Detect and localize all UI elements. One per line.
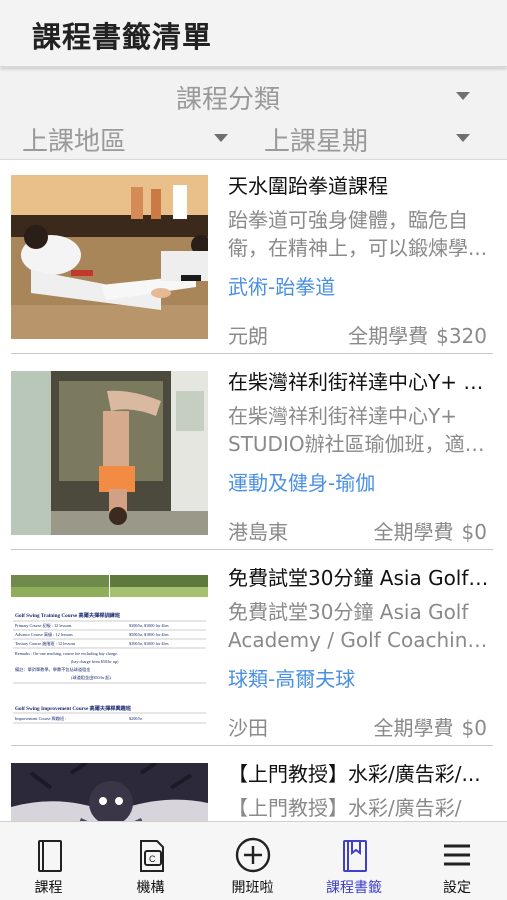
golf-table-cell: Improvement Course 興趣班 :: [15, 715, 66, 722]
course-thumbnail-golf: Golf Swing Training Course 高爾夫揮桿訓練班 Prim…: [11, 567, 208, 731]
add-circle-icon: [233, 835, 273, 875]
area-filter-dropdown[interactable]: 上課地區: [0, 116, 250, 157]
tab-label: 課程書籤: [326, 880, 382, 896]
chevron-down-icon: [456, 134, 470, 142]
course-description: 在柴灣祥利街祥達中心Y+ STUDIO辦社區瑜伽班，適合...: [228, 404, 465, 456]
chevron-down-icon: [214, 134, 228, 142]
divider: [11, 549, 493, 550]
weekday-filter-dropdown[interactable]: 上課星期: [250, 116, 507, 157]
golf-table-heading: Golf Swing Training Course 高爾夫揮桿訓練班: [15, 611, 121, 619]
course-fee: 全期學費 $0: [374, 712, 487, 741]
course-card[interactable]: 【上門教授】水彩/廣告彩/... 【上門教授】水彩/廣告彩/素...: [0, 749, 507, 821]
app-header: 課程書籤清單: [0, 0, 507, 67]
tab-courses[interactable]: 課程: [0, 822, 97, 900]
course-fee: 全期學費 $0: [374, 516, 487, 545]
course-thumbnail-taekwondo: [11, 175, 208, 339]
weekday-filter-label: 上課星期: [264, 127, 369, 157]
golf-table-cell: $200/hr: [129, 716, 143, 721]
course-thumbnail-art: [11, 763, 208, 821]
area-filter-label: 上課地區: [22, 127, 127, 157]
divider: [11, 353, 493, 354]
golf-table-cell: Primary Course 初級 : 12 lessons: [15, 622, 72, 629]
course-category-link[interactable]: 武術-跆拳道: [228, 271, 335, 300]
course-fee: 全期學費 $320: [348, 320, 487, 349]
tab-label: 設定: [443, 880, 471, 896]
course-description: 免費試堂30分鐘 Asia Golf Academy / Golf Coachi…: [228, 600, 481, 652]
golf-table-cell: Tertiary Course 進階班 : 12 lessons: [15, 640, 76, 647]
chevron-down-icon: [456, 92, 470, 100]
course-category-link[interactable]: 球類-高爾夫球: [228, 663, 355, 692]
course-description: 跆拳道可強身健體，臨危自衛，在精神上，可以鍛煉學...: [228, 208, 488, 260]
golf-table-cell: Advance Course 高級 : 12 lessons: [15, 631, 73, 638]
book-icon: [29, 835, 69, 875]
page-title: 課程書籤清單: [32, 20, 213, 54]
course-title: 在柴灣祥利街祥達中心Y+ ST...: [228, 370, 492, 394]
course-description: 【上門教授】水彩/廣告彩/素...: [228, 796, 462, 820]
fee-amount: $0: [461, 520, 487, 544]
golf-table-cell: (球道租金由$50/hr 起): [71, 674, 111, 681]
course-card[interactable]: 在柴灣祥利街祥達中心Y+ ST... 在柴灣祥利街祥達中心Y+ STUDIO辦社…: [0, 357, 507, 553]
course-category-link[interactable]: 運動及健身-瑜伽: [228, 467, 375, 496]
svg-text:C: C: [149, 854, 156, 864]
course-title: 【上門教授】水彩/廣告彩/...: [228, 762, 481, 786]
fee-label: 全期學費: [373, 520, 454, 544]
course-region: 沙田: [228, 716, 268, 740]
course-title: 天水圍跆拳道課程: [228, 174, 388, 198]
tab-open-class[interactable]: 開班啦: [204, 822, 301, 900]
fee-amount: $0: [461, 716, 487, 740]
tab-settings[interactable]: 設定: [407, 822, 507, 900]
bookmark-book-icon: [334, 835, 374, 875]
bottom-tab-bar: 課程 C 機構 開班啦 課程書籤 設定: [0, 821, 507, 900]
category-filter-dropdown[interactable]: 課程分類: [0, 74, 507, 115]
course-bookmark-list[interactable]: 天水圍跆拳道課程 跆拳道可強身健體，臨危自衛，在精神上，可以鍛煉學... 武術-…: [0, 161, 507, 821]
golf-table-heading: Golf Swing Improvement Course 高爾夫揮桿興趣班: [15, 704, 132, 712]
course-region: 元朗: [228, 324, 268, 348]
tab-label: 課程: [34, 880, 63, 896]
fee-amount: $320: [436, 324, 487, 348]
organization-card-icon: C: [131, 835, 171, 875]
course-title: 免費試堂30分鐘 Asia Golf A...: [228, 566, 492, 590]
course-card[interactable]: Golf Swing Training Course 高爾夫揮桿訓練班 Prim…: [0, 553, 507, 749]
filter-bar: 課程分類 上課地區 上課星期: [0, 68, 507, 160]
category-filter-label: 課程分類: [176, 85, 281, 115]
fee-label: 全期學費: [348, 324, 429, 348]
course-thumbnail-yoga: [11, 371, 208, 535]
golf-table-cell: (bay charge from $50/hr up): [71, 659, 119, 664]
fee-label: 全期學費: [373, 716, 454, 740]
course-region: 港島東: [228, 520, 288, 544]
golf-table-cell: 備註：單對單教學，學費不包括球道租金: [15, 666, 91, 673]
tab-label: 開班啦: [231, 880, 274, 896]
tab-course-bookmarks[interactable]: 課程書籤: [301, 822, 407, 900]
tab-label: 機構: [136, 880, 165, 896]
divider: [11, 745, 493, 746]
tab-organizations[interactable]: C 機構: [97, 822, 204, 900]
menu-icon: [437, 835, 477, 875]
course-card[interactable]: 天水圍跆拳道課程 跆拳道可強身健體，臨危自衛，在精神上，可以鍛煉學... 武術-…: [0, 161, 507, 357]
